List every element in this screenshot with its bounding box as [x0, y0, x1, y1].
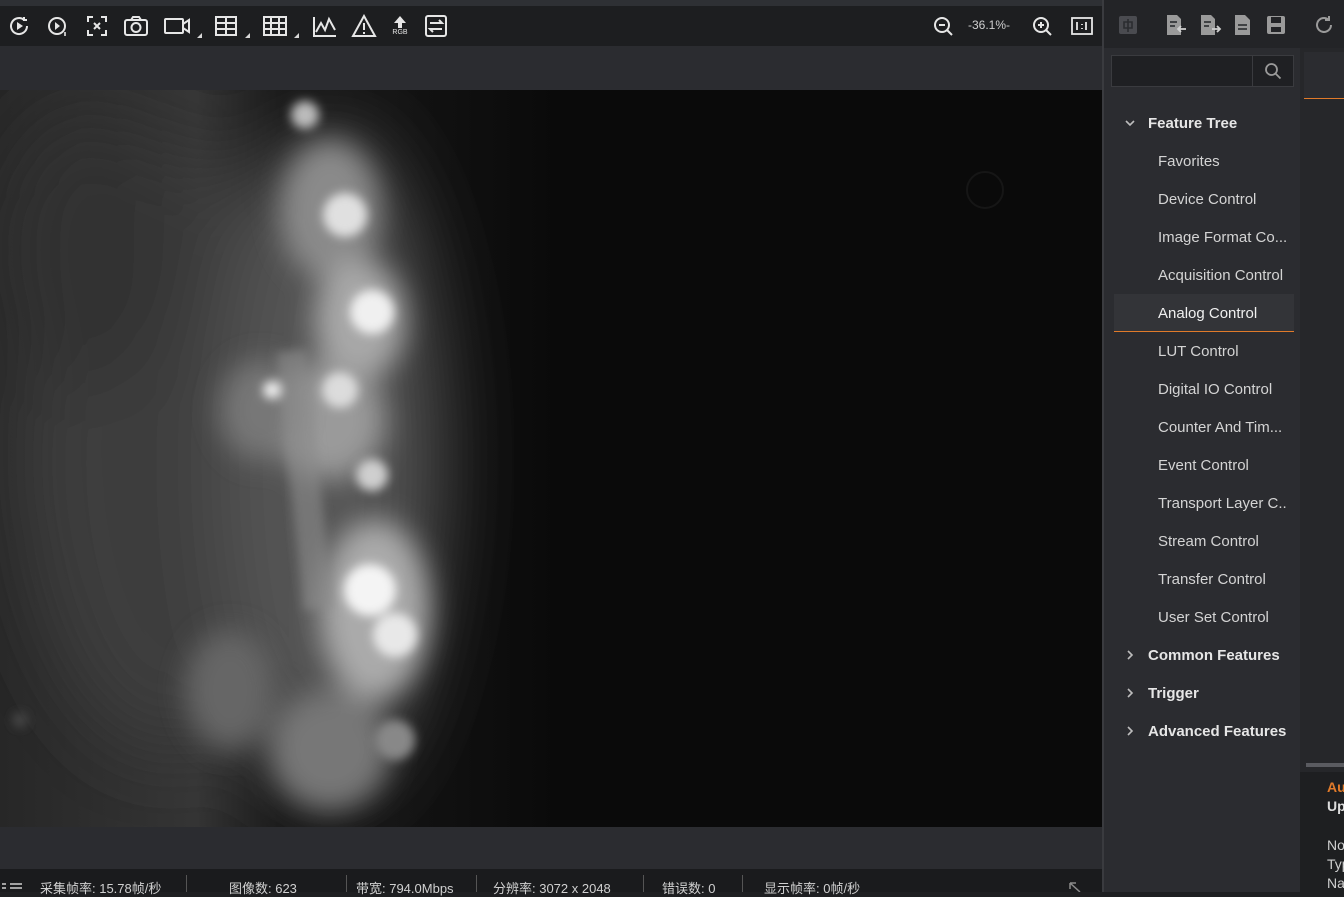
tree-item-label: Acquisition Control: [1158, 267, 1284, 284]
description-line: Na: [1327, 875, 1344, 891]
description-title: Au: [1327, 779, 1344, 795]
search-icon: [1265, 63, 1282, 80]
tree-item-favorites[interactable]: Favorites: [1114, 142, 1294, 180]
property-tab[interactable]: [1304, 52, 1344, 99]
description-line: No: [1327, 837, 1344, 853]
rgb-upload-icon[interactable]: RGB: [387, 12, 413, 40]
tree-category-common-features[interactable]: Common Features: [1114, 636, 1294, 674]
tree-item-label: Event Control: [1158, 457, 1249, 474]
tree-item-image-format-control[interactable]: Image Format Co...: [1114, 218, 1294, 256]
tree-item-user-set-control[interactable]: User Set Control: [1114, 598, 1294, 636]
tree-item-label: LUT Control: [1158, 343, 1239, 360]
save-icon[interactable]: [1264, 12, 1288, 38]
tree-item-label: Device Control: [1158, 191, 1257, 208]
language-icon[interactable]: [1116, 12, 1140, 38]
tree-category-label: Feature Tree: [1148, 115, 1238, 132]
viewport-footer-gap: [0, 827, 1102, 869]
tree-item-label: Transfer Control: [1158, 571, 1266, 588]
stop-capture-icon[interactable]: [84, 12, 110, 40]
adjust-settings-icon[interactable]: [423, 12, 449, 40]
tree-item-counter-and-timer[interactable]: Counter And Tim...: [1114, 408, 1294, 446]
description-line: Typ: [1327, 856, 1344, 872]
export-file-icon[interactable]: [1198, 12, 1222, 38]
tree-item-label: Favorites: [1158, 153, 1220, 170]
tree-item-label: Stream Control: [1158, 533, 1259, 550]
resize-corner-icon[interactable]: [1068, 881, 1082, 892]
description-subtitle: Up: [1327, 798, 1344, 814]
tree-item-analog-control[interactable]: Analog Control: [1114, 294, 1294, 332]
status-separator: [186, 875, 187, 892]
tree-item-lut-control[interactable]: LUT Control: [1114, 332, 1294, 370]
tree-category-label: Common Features: [1148, 647, 1280, 664]
status-separator: [643, 875, 644, 892]
tree-item-label: Counter And Tim...: [1158, 419, 1283, 436]
search-button[interactable]: [1252, 56, 1293, 86]
zoom-level: -36.1%-: [967, 18, 1011, 32]
tree-category-label: Trigger: [1148, 685, 1199, 702]
histogram-icon[interactable]: [311, 12, 339, 40]
tree-item-label: Digital IO Control: [1158, 381, 1273, 398]
feature-search: [1111, 55, 1294, 87]
status-separator: [346, 875, 347, 892]
camera-snapshot-icon[interactable]: [122, 12, 150, 40]
rgb-label: RGB: [392, 29, 408, 36]
record-video-icon[interactable]: [162, 12, 202, 40]
tree-item-label: Analog Control: [1158, 305, 1258, 322]
status-separator: [742, 875, 743, 892]
chevron-right-icon: [1127, 688, 1134, 698]
menu-icon[interactable]: [0, 881, 24, 892]
tree-category-label: Advanced Features: [1148, 723, 1287, 740]
view-header-bar: [0, 46, 1102, 90]
main-toolbar: RGB -36.1%-: [0, 6, 1102, 46]
tree-category-feature-tree[interactable]: Feature Tree: [1114, 104, 1294, 142]
actual-size-icon[interactable]: [1070, 12, 1094, 40]
tree-item-label: Transport Layer C...: [1158, 495, 1288, 512]
property-scrollbar[interactable]: [1306, 763, 1344, 767]
tree-item-acquisition-control[interactable]: Acquisition Control: [1114, 256, 1294, 294]
tree-item-digital-io-control[interactable]: Digital IO Control: [1114, 370, 1294, 408]
tree-item-label: Image Format Co...: [1158, 229, 1288, 246]
refresh-icon[interactable]: [1312, 12, 1336, 38]
error-count: 错误数: 0: [662, 881, 716, 896]
warning-icon[interactable]: [350, 12, 378, 40]
camera-frame-image: [0, 90, 1102, 827]
acquisition-frame-rate: 采集帧率: 15.78帧/秒: [40, 881, 162, 896]
chevron-right-icon: [1127, 650, 1134, 660]
zoom-in-icon[interactable]: [1030, 12, 1054, 40]
tree-item-transfer-control[interactable]: Transfer Control: [1114, 560, 1294, 598]
image-count: 图像数: 623: [229, 881, 297, 896]
zoom-out-icon[interactable]: [931, 12, 955, 40]
resolution: 分辨率: 3072 x 2048: [493, 881, 611, 896]
tree-item-device-control[interactable]: Device Control: [1114, 180, 1294, 218]
tree-item-event-control[interactable]: Event Control: [1114, 446, 1294, 484]
grid-overlay-icon[interactable]: [261, 12, 299, 40]
tree-item-stream-control[interactable]: Stream Control: [1114, 522, 1294, 560]
play-icon[interactable]: [6, 12, 32, 40]
tree-item-transport-layer-control[interactable]: Transport Layer C...: [1114, 484, 1294, 522]
display-frame-rate: 显示帧率: 0帧/秒: [764, 881, 861, 896]
chevron-right-icon: [1127, 726, 1134, 736]
document-icon[interactable]: [1231, 12, 1255, 38]
tree-category-trigger[interactable]: Trigger: [1114, 674, 1294, 712]
status-bar: 采集帧率: 15.78帧/秒 图像数: 623 带宽: 794.0Mbps 分辨…: [0, 869, 1102, 896]
camera-image-viewport[interactable]: [0, 90, 1102, 827]
tree-item-label: User Set Control: [1158, 609, 1269, 626]
feature-toolbar: [1104, 0, 1344, 48]
play-once-icon[interactable]: [45, 12, 71, 40]
chevron-down-icon: [1125, 120, 1135, 127]
bandwidth: 带宽: 794.0Mbps: [356, 881, 454, 896]
split-view-icon[interactable]: [212, 12, 250, 40]
search-input[interactable]: [1116, 60, 1256, 84]
status-separator: [476, 875, 477, 892]
tree-category-advanced-features[interactable]: Advanced Features: [1114, 712, 1294, 750]
import-file-icon[interactable]: [1164, 12, 1188, 38]
